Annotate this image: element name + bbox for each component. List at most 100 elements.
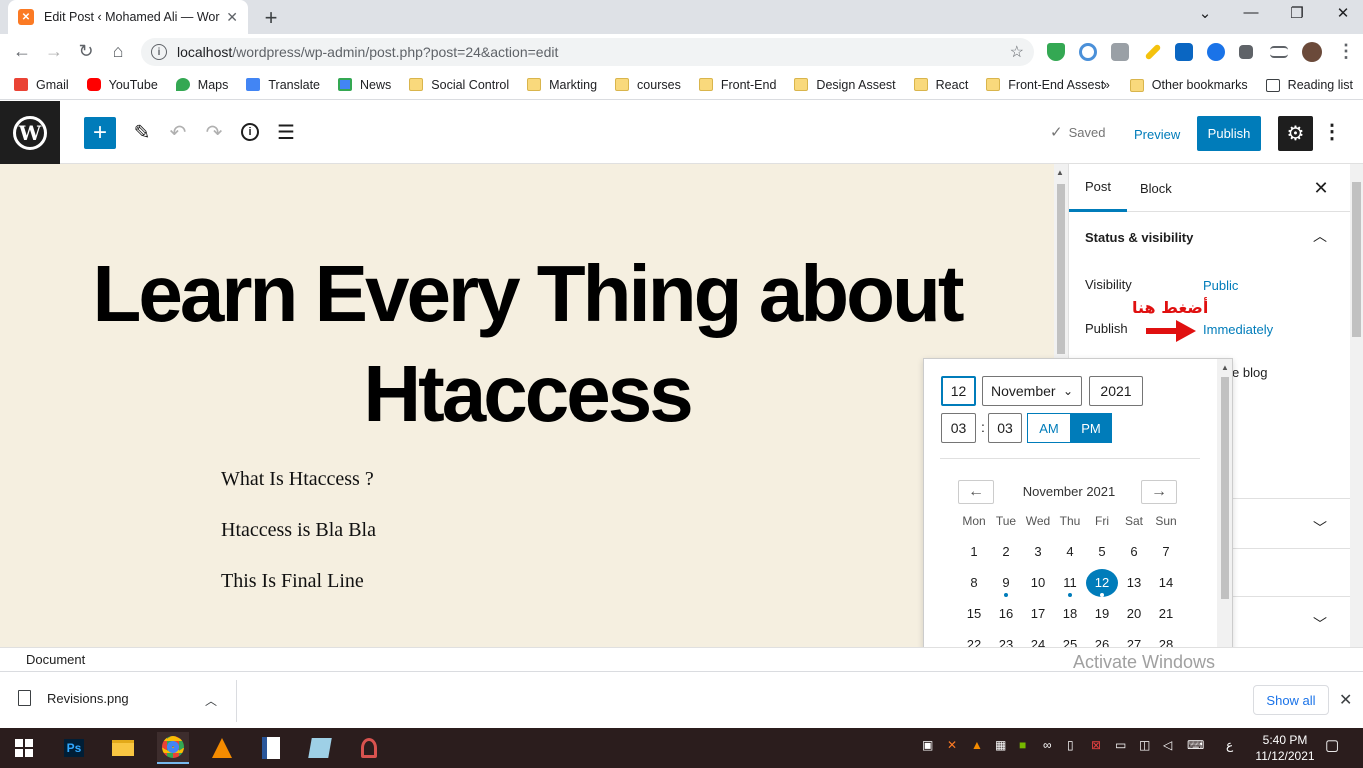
scrollbar-thumb[interactable] <box>1352 182 1361 337</box>
hour-input[interactable]: 03 <box>941 413 976 443</box>
bookmark-star-icon[interactable]: ☆ <box>1010 42 1024 62</box>
other-bookmarks[interactable]: Other bookmarks <box>1129 78 1248 92</box>
month-select[interactable]: November ⌄ <box>982 376 1082 406</box>
keyboard-tray-icon[interactable]: ⌨ <box>1187 738 1204 752</box>
scroll-up-icon[interactable]: ▲ <box>1221 363 1229 372</box>
forward-icon[interactable]: → <box>42 41 66 62</box>
list-view-icon[interactable]: ☰ <box>273 119 299 145</box>
bookmark-markting[interactable]: Markting <box>527 78 597 92</box>
bookmark-gmail[interactable]: Gmail <box>14 78 69 92</box>
paragraph-block[interactable]: This Is Final Line <box>221 570 364 593</box>
chevron-up-icon[interactable]: ︿ <box>205 692 217 709</box>
snipping-tool-icon[interactable] <box>353 732 385 764</box>
more-options-icon[interactable]: ⋮ <box>1320 119 1344 147</box>
bookmark-courses[interactable]: courses <box>615 78 681 92</box>
maximize-icon[interactable]: ❐ <box>1282 4 1312 22</box>
window-close-icon[interactable]: ✕ <box>1328 4 1358 22</box>
more-bookmarks-button[interactable]: » <box>1103 78 1110 92</box>
input-language[interactable]: ع <box>1226 738 1233 752</box>
scrollbar-thumb[interactable] <box>1221 377 1229 599</box>
security-tray-icon[interactable]: ⊠ <box>1091 738 1101 752</box>
nvidia-tray-icon[interactable]: ■ <box>1019 738 1026 752</box>
taskbar-clock[interactable]: 5:40 PM 11/12/2021 <box>1250 732 1320 764</box>
details-info-icon[interactable]: i <box>237 119 263 145</box>
chrome-icon[interactable] <box>157 732 189 764</box>
network-tray-icon[interactable]: ◫ <box>1139 738 1150 752</box>
new-tab-icon[interactable]: + <box>259 5 283 31</box>
tab-close-icon[interactable]: ✕ <box>226 9 238 26</box>
bookmark-translate[interactable]: Translate <box>246 78 320 92</box>
tray-app-icon[interactable]: ▣ <box>922 738 933 752</box>
undo-icon[interactable]: ↶ <box>165 119 191 145</box>
extensions-puzzle-icon[interactable] <box>1239 45 1253 59</box>
vlc-tray-icon[interactable]: ▲ <box>971 738 983 752</box>
home-icon[interactable]: ⌂ <box>106 41 130 62</box>
vlc-icon[interactable] <box>206 732 238 764</box>
usb-tray-icon[interactable]: ▯ <box>1067 738 1074 752</box>
day-input[interactable]: 12 <box>941 376 976 406</box>
breadcrumb[interactable]: Document <box>26 652 85 667</box>
tab-post[interactable]: Post <box>1069 164 1128 212</box>
calendar-day-selected[interactable]: 12 <box>1086 569 1118 597</box>
bookmark-front-end-assest[interactable]: Front-End Assest <box>986 78 1104 92</box>
preview-button[interactable]: Preview <box>1126 117 1188 151</box>
redo-icon[interactable]: ↷ <box>201 119 227 145</box>
chevron-down-icon[interactable]: ﹀ <box>1313 518 1327 538</box>
year-input[interactable]: 2021 <box>1089 376 1143 406</box>
profile-avatar[interactable] <box>1302 42 1322 62</box>
xampp-tray-icon[interactable]: ✕ <box>947 738 957 752</box>
minute-input[interactable]: 03 <box>988 413 1022 443</box>
settings-gear-icon[interactable]: ⚙ <box>1278 116 1313 151</box>
link-tray-icon[interactable]: ∞ <box>1043 738 1052 752</box>
circle-extension-icon[interactable] <box>1079 43 1097 61</box>
shield-extension-icon[interactable] <box>1047 43 1065 61</box>
address-bar[interactable]: i localhost/wordpress/wp-admin/post.php?… <box>141 38 1034 66</box>
pm-button[interactable]: PM <box>1070 413 1112 443</box>
publish-button[interactable]: Publish <box>1197 116 1261 151</box>
am-button[interactable]: AM <box>1027 413 1071 443</box>
battery-tray-icon[interactable]: ▭ <box>1115 738 1126 752</box>
tab-block[interactable]: Block <box>1124 164 1188 212</box>
minimize-icon[interactable]: — <box>1236 4 1266 21</box>
edit-pencil-icon[interactable]: ✎ <box>129 119 155 145</box>
close-downloads-icon[interactable]: ✕ <box>1339 690 1352 710</box>
bookmark-youtube[interactable]: YouTube <box>86 78 158 92</box>
notifications-icon[interactable]: ▢ <box>1325 736 1339 754</box>
sidebar-scrollbar[interactable] <box>1350 164 1363 647</box>
paragraph-block[interactable]: Htaccess is Bla Bla <box>221 519 376 542</box>
globe-extension-icon[interactable] <box>1207 43 1225 61</box>
volume-tray-icon[interactable]: ◁ <box>1163 738 1172 752</box>
calendar-day[interactable]: 19 <box>1086 600 1118 628</box>
tab-search-chevron-icon[interactable]: ⌄ <box>1190 4 1220 22</box>
chevron-down-icon[interactable]: ﹀ <box>1313 614 1327 634</box>
calendar-day[interactable]: 5 <box>1086 538 1118 566</box>
calendar-day[interactable]: 1 <box>958 538 990 566</box>
calendar-day[interactable]: 4 <box>1054 538 1086 566</box>
scrollbar-thumb[interactable] <box>1057 184 1065 354</box>
scroll-up-icon[interactable]: ▲ <box>1056 168 1064 177</box>
download-item[interactable]: Revisions.png <box>18 690 129 706</box>
calendar-day[interactable]: 21 <box>1150 600 1182 628</box>
calendar-day[interactable]: 2 <box>990 538 1022 566</box>
word-document-icon[interactable] <box>255 732 287 764</box>
file-explorer-icon[interactable] <box>107 732 139 764</box>
calendar-day[interactable]: 18 <box>1054 600 1086 628</box>
calendar-day[interactable]: 13 <box>1118 569 1150 597</box>
browser-tab-active[interactable]: ✕ Edit Post ‹ Mohamed Ali — Word ✕ <box>8 0 248 34</box>
post-title[interactable]: Learn Every Thing about Htaccess <box>20 244 1034 444</box>
panel-title-status-visibility[interactable]: Status & visibility <box>1085 230 1193 245</box>
notepad-icon[interactable] <box>304 732 336 764</box>
reading-list[interactable]: Reading list <box>1265 78 1353 92</box>
calendar-day[interactable]: 15 <box>958 600 990 628</box>
add-block-button[interactable]: + <box>84 117 116 149</box>
calendar-day[interactable]: 14 <box>1150 569 1182 597</box>
media-control-icon[interactable] <box>1270 46 1288 58</box>
windows-start-icon[interactable] <box>8 732 40 764</box>
camera-extension-icon[interactable] <box>1111 43 1129 61</box>
paragraph-block[interactable]: What Is Htaccess ? <box>221 468 374 491</box>
site-info-icon[interactable]: i <box>151 44 167 60</box>
calendar-day[interactable]: 3 <box>1022 538 1054 566</box>
visibility-toggle[interactable]: Public <box>1203 278 1238 293</box>
highlighter-extension-icon[interactable] <box>1144 43 1162 61</box>
calendar-day[interactable]: 20 <box>1118 600 1150 628</box>
